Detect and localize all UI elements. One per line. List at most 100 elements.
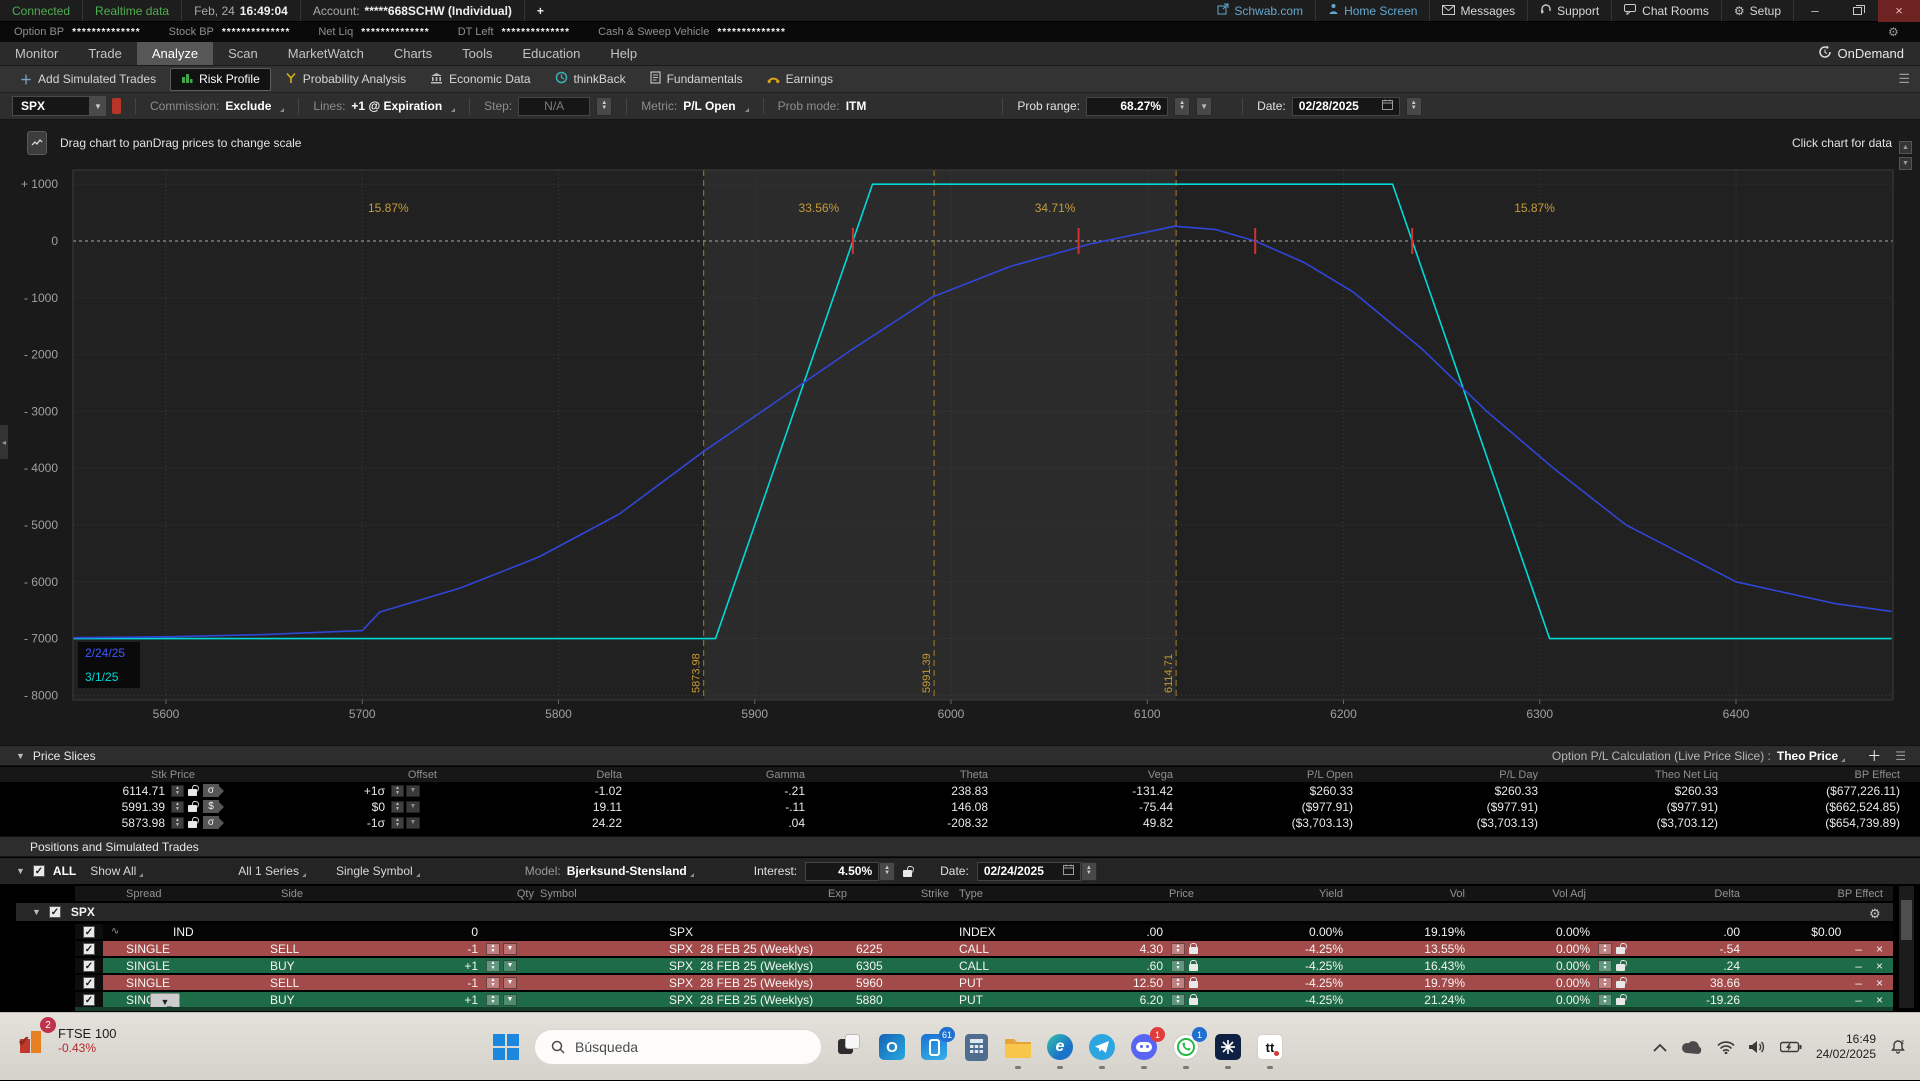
file-explorer-app-icon[interactable] <box>1004 1033 1032 1061</box>
spread-value[interactable]: SINGLE <box>126 959 170 973</box>
ondemand-button[interactable]: OnDemand <box>1802 42 1920 65</box>
probability-analysis-button[interactable]: Probability Analysis <box>275 69 416 90</box>
date-stepper[interactable]: ▲▼ <box>1406 97 1422 116</box>
vol-adj-value[interactable]: 0.00% <box>1465 993 1590 1007</box>
col-pl-day[interactable]: P/L Day <box>1353 769 1538 781</box>
add-workspace-button[interactable]: + <box>537 4 544 18</box>
row-checkbox[interactable]: ✓ <box>83 960 95 972</box>
symbol-group-row[interactable]: ▼ ✓ SPX <box>16 903 1893 921</box>
exp-value[interactable]: 28 FEB 25 (Weeklys) <box>693 993 853 1007</box>
strike-value[interactable]: 6225 <box>853 942 953 956</box>
type-value[interactable]: INDEX <box>953 925 1053 939</box>
realtime-data-label[interactable]: Realtime data <box>95 4 169 18</box>
price-value[interactable]: .00 <box>1053 925 1163 939</box>
col-type[interactable]: Type <box>953 888 1053 900</box>
qty-dropdown-icon[interactable]: ▼ <box>503 960 517 972</box>
qty-stepper[interactable]: ▲▼ <box>486 977 500 989</box>
unlock-icon[interactable] <box>188 805 197 812</box>
position-row[interactable]: ✓ ∿ SINGLE BUY +1 ▲▼ ▼ SPX 28 FEB 25 (We… <box>75 992 1893 1007</box>
remove-row-minus-button[interactable]: – <box>1855 942 1862 956</box>
col-strike[interactable]: Strike <box>853 888 953 900</box>
chart-scroll-up-button[interactable]: ▲ <box>1899 141 1912 154</box>
vol-adj-unlock-icon[interactable] <box>1616 981 1625 988</box>
add-slice-button[interactable]: ＋ <box>1867 746 1881 766</box>
side-value[interactable]: SELL <box>268 942 378 956</box>
group-caret-icon[interactable]: ▼ <box>32 907 41 917</box>
col-vega[interactable]: Vega <box>988 769 1173 781</box>
row-checkbox[interactable]: ✓ <box>83 977 95 989</box>
taskbar-widget[interactable]: ✔ 2 FTSE 100 -0.43% <box>18 1025 117 1055</box>
spread-value[interactable]: SINGLE <box>126 942 170 956</box>
single-symbol-dropdown[interactable]: Single Symbol <box>336 864 413 878</box>
qty-value[interactable]: 0 <box>378 925 478 939</box>
nav-tab[interactable]: Tools <box>447 42 507 65</box>
nav-tab[interactable]: Trade <box>73 42 136 65</box>
minimize-button[interactable]: – <box>1794 0 1836 22</box>
prob-mode-value[interactable]: ITM <box>846 99 867 113</box>
type-value[interactable]: PUT <box>953 976 1053 990</box>
col-vol-adj[interactable]: Vol Adj <box>1465 888 1590 900</box>
unlock-icon[interactable] <box>188 821 197 828</box>
col-bp-effect[interactable]: BP Effect <box>1718 769 1900 781</box>
home-screen-link[interactable]: Home Screen <box>1316 0 1430 21</box>
calculator-app-icon[interactable] <box>962 1033 990 1061</box>
col-gamma[interactable]: Gamma <box>622 769 805 781</box>
price-value[interactable]: .60 <box>1053 959 1163 973</box>
nav-tab[interactable]: Education <box>507 42 595 65</box>
calendar-icon[interactable] <box>1382 99 1393 113</box>
prob-range-dropdown-icon[interactable]: ▼ <box>1196 97 1212 116</box>
type-value[interactable]: PUT <box>953 993 1053 1007</box>
nav-tab[interactable]: Scan <box>213 42 273 65</box>
price-lock-icon[interactable] <box>1189 981 1198 988</box>
show-all-dropdown[interactable]: Show All <box>90 864 136 878</box>
row-checkbox[interactable]: ✓ <box>83 943 95 955</box>
step-input[interactable]: N/A <box>518 97 590 116</box>
risk-profile-chart[interactable]: 5873.985991.396114.715600570058005900600… <box>0 120 1920 745</box>
price-lock-icon[interactable] <box>1189 964 1198 971</box>
remove-row-x-button[interactable]: × <box>1876 959 1883 973</box>
exp-value[interactable]: 28 FEB 25 (Weeklys) <box>693 959 853 973</box>
col-theo-net-liq[interactable]: Theo Net Liq <box>1538 769 1718 781</box>
economic-data-button[interactable]: Economic Data <box>420 69 540 90</box>
fundamentals-button[interactable]: Fundamentals <box>640 68 753 90</box>
positions-date-input[interactable]: 02/24/2025 <box>977 862 1081 881</box>
all-checkbox[interactable]: ✓ <box>33 865 45 877</box>
exp-value[interactable]: 28 FEB 25 (Weeklys) <box>693 976 853 990</box>
prob-range-stepper[interactable]: ▲▼ <box>1174 97 1190 116</box>
battery-icon[interactable] <box>1780 1041 1802 1053</box>
tt-app-icon[interactable]: tt <box>1256 1033 1284 1061</box>
setup-link[interactable]: ⚙ Setup <box>1722 0 1794 21</box>
slice-price[interactable]: 6114.71 <box>0 784 165 798</box>
slice-offset-stepper[interactable]: ▲▼ <box>391 785 404 797</box>
symbol-selector[interactable]: SPX ▼ <box>12 96 121 116</box>
side-value[interactable]: SELL <box>268 976 378 990</box>
symbol-input[interactable]: SPX <box>12 96 90 116</box>
thinkback-button[interactable]: thinkBack <box>545 68 636 90</box>
slice-offset[interactable]: -1σ <box>265 816 385 830</box>
telegram-app-icon[interactable] <box>1088 1033 1116 1061</box>
risk-profile-button[interactable]: Risk Profile <box>170 68 271 91</box>
position-row[interactable]: ✓ ∿ SINGLE BUY +1 ▲▼ ▼ SPX 28 FEB 25 (We… <box>75 958 1893 973</box>
price-value[interactable]: 6.20 <box>1053 993 1163 1007</box>
earnings-button[interactable]: Earnings <box>757 69 843 90</box>
vol-adj-unlock-icon[interactable] <box>1616 947 1625 954</box>
price-slice-row[interactable]: 5991.39 ▲▼ $ $0 ▲▼ ▼ 19.11 -.11 146.08 -… <box>0 799 1920 814</box>
spread-value[interactable]: SINGLE <box>126 976 170 990</box>
qty-dropdown-icon[interactable]: ▼ <box>503 943 517 955</box>
remove-row-minus-button[interactable]: – <box>1855 959 1862 973</box>
vol-adj-stepper[interactable]: ▲▼ <box>1598 977 1612 989</box>
vol-adj-stepper[interactable]: ▲▼ <box>1598 943 1612 955</box>
slice-mode-badge[interactable]: $ <box>203 800 219 813</box>
close-button[interactable]: × <box>1878 0 1920 22</box>
collapse-caret-icon[interactable]: ▼ <box>16 866 25 876</box>
restore-button[interactable] <box>1836 0 1878 22</box>
side-value[interactable]: BUY <box>268 959 378 973</box>
col-pl-open[interactable]: P/L Open <box>1173 769 1353 781</box>
type-value[interactable]: CALL <box>953 942 1053 956</box>
qty-stepper[interactable]: ▲▼ <box>486 994 500 1006</box>
col-theta[interactable]: Theta <box>805 769 988 781</box>
notification-bell-icon[interactable]: z <box>1890 1039 1906 1055</box>
strike-value[interactable]: 5880 <box>853 993 953 1007</box>
tray-chevron-icon[interactable] <box>1653 1043 1667 1052</box>
remove-row-minus-button[interactable]: – <box>1855 993 1862 1007</box>
